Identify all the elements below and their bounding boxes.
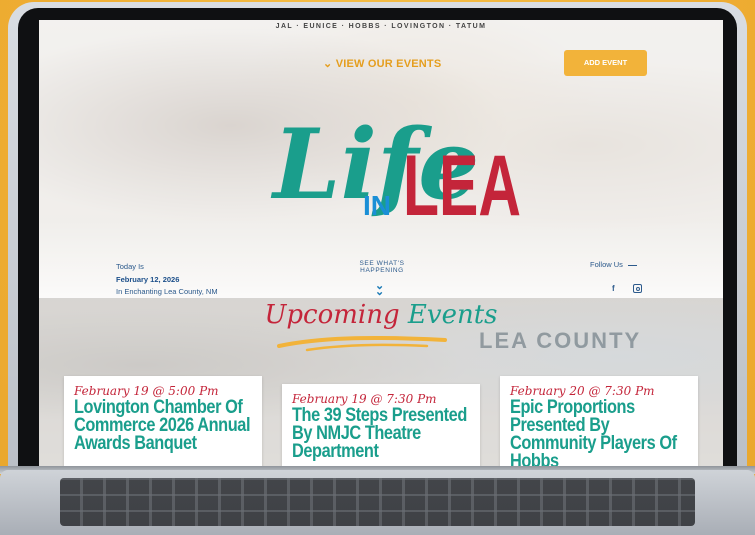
today-location: In Enchanting Lea County, NM [116,287,218,296]
facebook-icon[interactable]: f [612,284,615,293]
see-line-2: HAPPENING [360,267,404,274]
see-line-1: SEE WHAT'S [359,260,405,267]
logo-in: IN [363,190,391,221]
event-title[interactable]: Epic Proportions Presented By Community … [510,398,698,466]
today-block: Today Is February 12, 2026 In Enchanting… [116,261,218,299]
add-event-button[interactable]: ADD EVENT [564,50,647,76]
event-date: February 19 @ 7:30 Pm [292,392,437,406]
event-card[interactable]: February 19 @ 5:00 Pm Lovington Chamber … [64,376,262,466]
event-title[interactable]: Lovington Chamber Of Commerce 2026 Annua… [74,398,262,453]
heading-events: Events [407,300,498,330]
instagram-icon[interactable] [633,284,642,293]
follow-us: Follow Us [590,260,637,269]
heading-underline-swoosh [277,336,447,352]
upcoming-events-heading: Upcoming Events [39,300,723,330]
view-events-label: VIEW OUR EVENTS [335,58,442,70]
event-title[interactable]: The 39 Steps Presented By NMJC Theatre D… [292,406,480,461]
browser-viewport: JAL · EUNICE · HOBBS · LOVINGTON · TATUM… [39,20,723,466]
keyboard-rows [60,478,695,526]
chevron-down-icon: ⌄ [323,58,333,70]
logo-lea: LEA [403,138,521,233]
event-date: February 20 @ 7:30 Pm [510,384,655,398]
see-whats-happening[interactable]: SEE WHAT'S HAPPENING [347,260,417,274]
town-list: JAL · EUNICE · HOBBS · LOVINGTON · TATUM [275,23,487,30]
today-label: Today Is [116,262,144,271]
today-date: February 12, 2026 [116,274,180,284]
follow-dash [627,264,637,266]
life-in-lea-logo[interactable]: Life IN LEA [255,83,525,233]
follow-label: Follow Us [590,260,623,269]
event-date: February 19 @ 5:00 Pm [74,384,219,398]
view-events-link[interactable]: ⌄ VIEW OUR EVENTS [323,57,441,70]
heading-upcoming: Upcoming [264,300,400,330]
double-chevron-down-icon[interactable]: ⌄ ⌄ [375,281,384,298]
event-card[interactable]: February 20 @ 7:30 Pm Epic Proportions P… [500,376,698,466]
event-card[interactable]: February 19 @ 7:30 Pm The 39 Steps Prese… [282,384,480,466]
